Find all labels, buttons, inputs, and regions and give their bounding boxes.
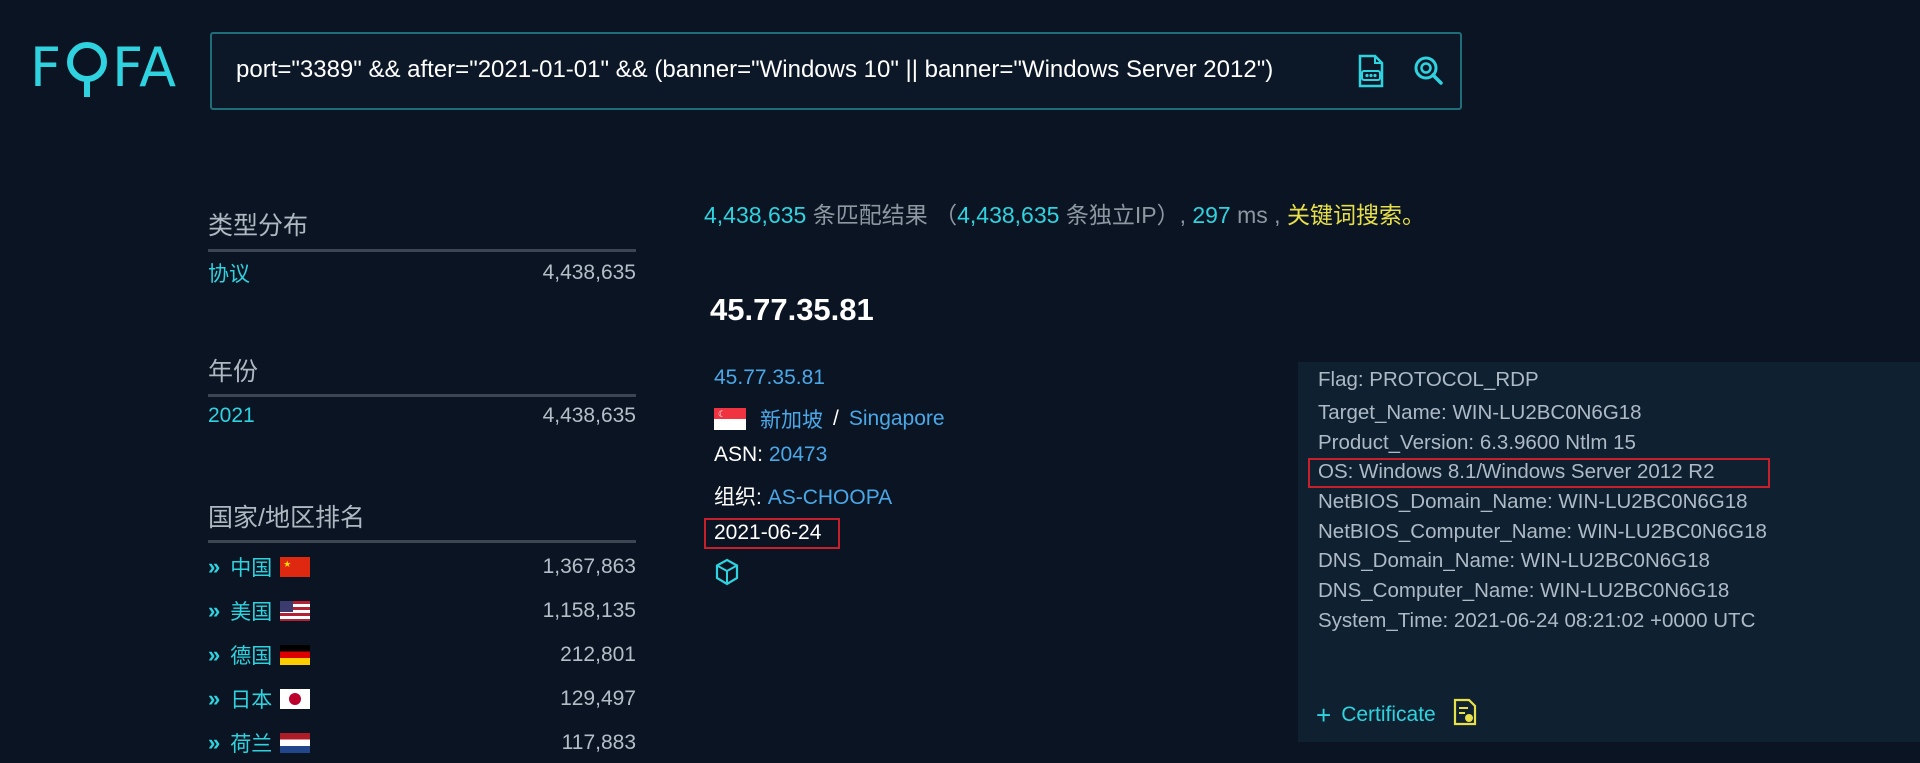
update-date: 2021-06-24: [714, 521, 822, 544]
ip-link-row: 45.77.35.81: [714, 366, 825, 390]
chevron-double-right-icon: »: [208, 554, 220, 579]
country-separator: /: [833, 407, 839, 430]
chevron-double-right-icon: »: [208, 730, 220, 755]
sidebar-item-label: 协议: [208, 263, 250, 286]
plus-icon: +: [1316, 700, 1332, 730]
sidebar-item-2021[interactable]: 2021 4,438,635: [208, 404, 636, 428]
banner-line-target-name: Target_Name: WIN-LU2BC0N6G18: [1318, 401, 1642, 424]
search-input[interactable]: port="3389" && after="2021-01-01" && (ba…: [236, 56, 1273, 84]
sidebar-item-protocol[interactable]: 协议 4,438,635: [208, 258, 636, 288]
country-row: ☾ 新加坡 / Singapore: [714, 404, 945, 434]
sidebar-item-count: 4,438,635: [542, 404, 636, 427]
unique-ip-count: 4,438,635: [957, 202, 1060, 228]
search-icon[interactable]: [1412, 54, 1444, 91]
asn-label: ASN:: [714, 443, 764, 466]
unique-ip-label: 条独立IP: [1065, 202, 1157, 228]
fofa-logo[interactable]: F FA: [30, 36, 177, 99]
sidebar-item-label: 荷兰: [230, 733, 273, 756]
divider: [208, 249, 636, 252]
keyword-search-link[interactable]: 关键词搜索: [1287, 202, 1402, 228]
sidebar-item-label: 中国: [230, 557, 273, 580]
file-export-icon[interactable]: [1356, 54, 1386, 93]
query-time-unit: ms ,: [1237, 202, 1281, 228]
period: 。: [1401, 202, 1425, 228]
sidebar-item-label: 日本: [230, 689, 273, 712]
year-title: 年份: [208, 358, 259, 386]
banner-line-flag: Flag: PROTOCOL_RDP: [1318, 368, 1539, 391]
flag-singapore-icon: ☾: [714, 408, 746, 430]
chevron-double-right-icon: »: [208, 598, 220, 623]
sidebar-item-count: 4,438,635: [542, 261, 636, 284]
divider: [208, 394, 636, 397]
result-count: 4,438,635: [704, 202, 807, 228]
certificate-icon: [1452, 698, 1478, 732]
query-time: 297: [1192, 202, 1231, 228]
sidebar-item-japan[interactable]: » 日本 129,497: [208, 684, 636, 714]
sidebar-item-count: 117,883: [561, 731, 636, 754]
banner-line-netbios-domain: NetBIOS_Domain_Name: WIN-LU2BC0N6G18: [1318, 490, 1748, 513]
type-distribution-title: 类型分布: [208, 212, 309, 240]
sidebar-item-china[interactable]: » 中国 ★ 1,367,863: [208, 552, 636, 582]
close-paren: ）,: [1156, 202, 1186, 228]
flag-germany-icon: [280, 645, 311, 665]
open-paren: （: [934, 202, 958, 228]
cube-icon[interactable]: [714, 558, 740, 591]
country-cn-link[interactable]: 新加坡: [760, 404, 823, 434]
sidebar-item-count: 1,158,135: [542, 599, 636, 622]
location-pin-icon: [64, 38, 110, 98]
flag-usa-icon: [280, 601, 311, 621]
sidebar-item-count: 212,801: [560, 643, 636, 666]
chevron-double-right-icon: »: [208, 642, 220, 667]
org-row: 组织: AS-CHOOPA: [714, 481, 892, 511]
flag-china-icon: ★: [280, 557, 311, 577]
flag-japan-icon: [280, 689, 311, 709]
certificate-label: Certificate: [1341, 703, 1436, 726]
banner-line-system-time: System_Time: 2021-06-24 08:21:02 +0000 U…: [1318, 609, 1756, 632]
country-en-link[interactable]: Singapore: [849, 407, 945, 431]
host-ip-title[interactable]: 45.77.35.81: [710, 292, 874, 328]
certificate-toggle[interactable]: + Certificate: [1316, 698, 1478, 732]
results-summary: 4,438,635 条匹配结果 （4,438,635 条独立IP）, 297 m…: [704, 196, 1425, 230]
divider: [208, 540, 636, 543]
logo-text-right: FA: [112, 36, 178, 99]
country-ranking-title: 国家/地区排名: [208, 504, 365, 532]
sidebar-item-label: 德国: [230, 645, 273, 668]
sidebar-item-label: 2021: [208, 404, 255, 427]
banner-line-os: OS: Windows 8.1/Windows Server 2012 R2: [1318, 460, 1715, 483]
ip-link[interactable]: 45.77.35.81: [714, 366, 825, 389]
chevron-double-right-icon: »: [208, 686, 220, 711]
sidebar-item-germany[interactable]: » 德国 212,801: [208, 640, 636, 670]
sidebar-item-netherlands[interactable]: » 荷兰 117,883: [208, 728, 636, 758]
banner-line-netbios-computer: NetBIOS_Computer_Name: WIN-LU2BC0N6G18: [1318, 520, 1767, 543]
asn-link[interactable]: 20473: [769, 443, 827, 466]
banner-line-dns-domain: DNS_Domain_Name: WIN-LU2BC0N6G18: [1318, 549, 1710, 572]
sidebar-item-count: 129,497: [560, 687, 636, 710]
sidebar-item-label: 美国: [230, 601, 273, 624]
banner-line-product-version: Product_Version: 6.3.9600 Ntlm 15: [1318, 431, 1636, 454]
org-link[interactable]: AS-CHOOPA: [768, 486, 892, 509]
logo-text-left: F: [30, 36, 63, 99]
banner-line-dns-computer: DNS_Computer_Name: WIN-LU2BC0N6G18: [1318, 579, 1730, 602]
sidebar-item-count: 1,367,863: [542, 555, 636, 578]
flag-netherlands-icon: [280, 733, 311, 753]
result-count-label: 条匹配结果: [812, 202, 928, 228]
org-label: 组织:: [714, 486, 762, 509]
sidebar-item-usa[interactable]: » 美国 1,158,135: [208, 596, 636, 626]
asn-row: ASN: 20473: [714, 443, 827, 467]
